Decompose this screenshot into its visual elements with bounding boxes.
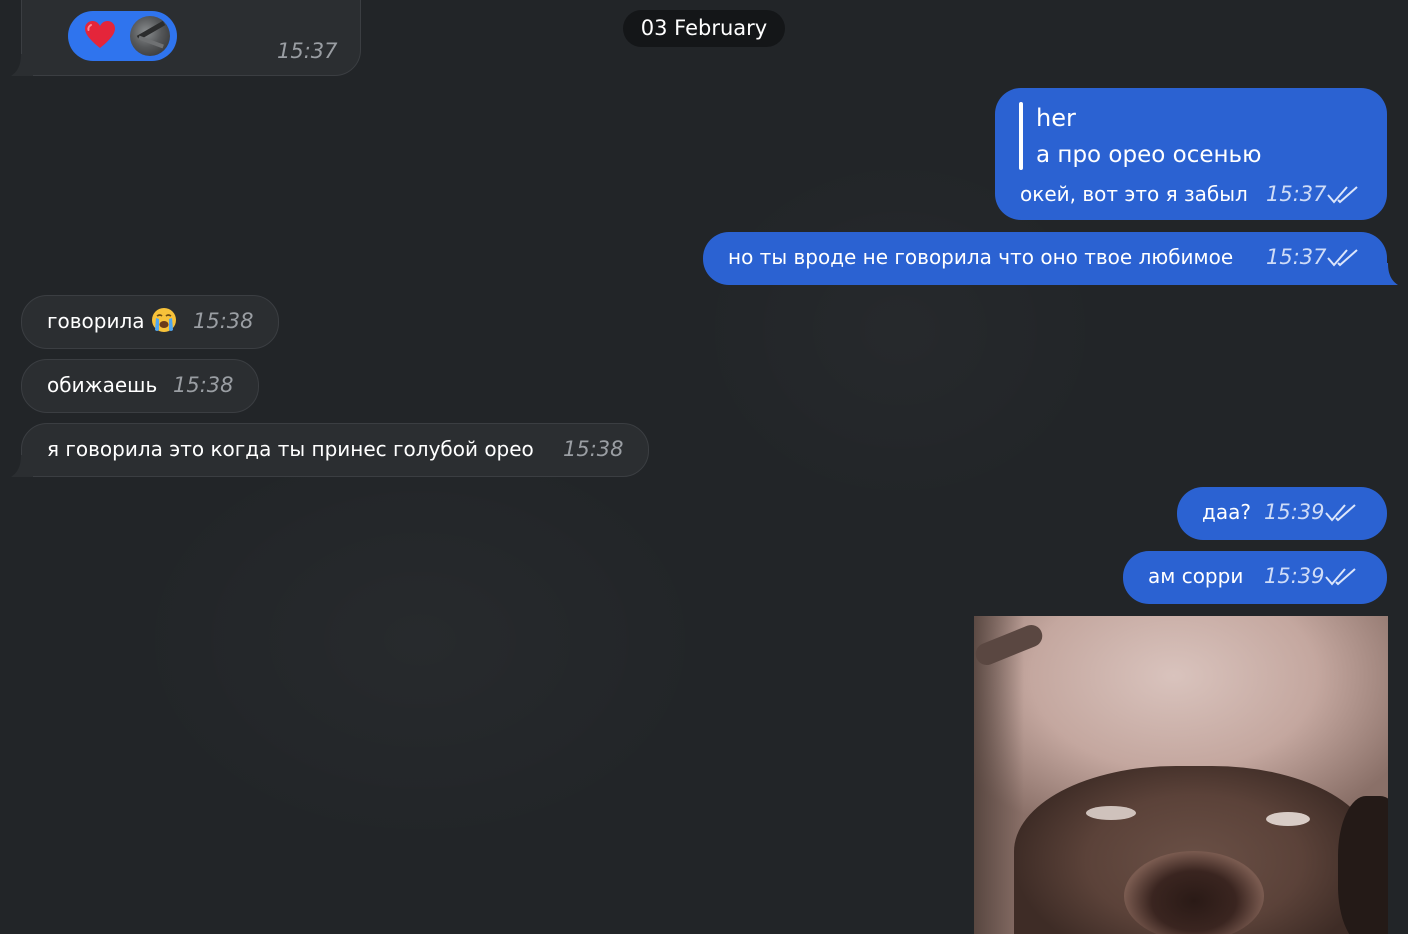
message-text: окей, вот это я забыл bbox=[1020, 182, 1248, 206]
message-text: но ты вроде не говорила что оно твое люб… bbox=[728, 245, 1234, 269]
loudly-crying-face-icon bbox=[152, 308, 176, 332]
reaction-pill[interactable] bbox=[68, 11, 177, 61]
double-check-icon bbox=[1325, 504, 1356, 522]
message-time: 15:37 bbox=[1266, 182, 1327, 206]
message-incoming[interactable]: обижаешь 15:38 bbox=[21, 359, 259, 413]
date-separator: 03 February bbox=[623, 10, 785, 47]
message-text: говорила bbox=[47, 309, 145, 333]
message-time: 15:39 bbox=[1264, 500, 1325, 524]
message-incoming[interactable]: я говорила это когда ты принес голубой о… bbox=[21, 423, 649, 477]
message-time: 15:38 bbox=[193, 309, 254, 333]
message-time: 15:37 bbox=[1266, 245, 1327, 269]
message-outgoing[interactable]: даа? 15:39 bbox=[1177, 487, 1387, 540]
heart-emoji-icon bbox=[85, 21, 115, 48]
message-time: 15:38 bbox=[173, 373, 234, 397]
quote-author: her bbox=[1036, 104, 1076, 132]
bubble-tail bbox=[1376, 263, 1398, 285]
message-outgoing-reply[interactable]: her а про орео осенью окей, вот это я за… bbox=[995, 88, 1387, 220]
message-outgoing[interactable]: ам сорри 15:39 bbox=[1123, 551, 1387, 604]
bubble-tail bbox=[11, 455, 33, 477]
message-time: 15:38 bbox=[563, 437, 624, 461]
reaction-avatar bbox=[130, 16, 170, 56]
double-check-icon bbox=[1327, 249, 1358, 267]
quote-bar bbox=[1019, 102, 1023, 170]
message-time: 15:37 bbox=[277, 39, 338, 63]
bubble-tail bbox=[11, 54, 33, 76]
message-incoming[interactable]: говорила 15:38 bbox=[21, 295, 279, 349]
message-text: ам сорри bbox=[1148, 564, 1244, 588]
double-check-icon bbox=[1325, 568, 1356, 586]
double-check-icon bbox=[1327, 186, 1358, 204]
message-outgoing[interactable]: но ты вроде не говорила что оно твое люб… bbox=[703, 232, 1387, 285]
message-text: обижаешь bbox=[47, 373, 158, 397]
message-text: я говорила это когда ты принес голубой о… bbox=[47, 437, 534, 461]
message-time: 15:39 bbox=[1264, 564, 1325, 588]
crying-cat-photo[interactable] bbox=[974, 616, 1388, 934]
message-text: даа? bbox=[1202, 500, 1251, 524]
quote-text: а про орео осенью bbox=[1036, 142, 1262, 168]
message-incoming-reaction[interactable]: 15:37 bbox=[21, 0, 361, 76]
